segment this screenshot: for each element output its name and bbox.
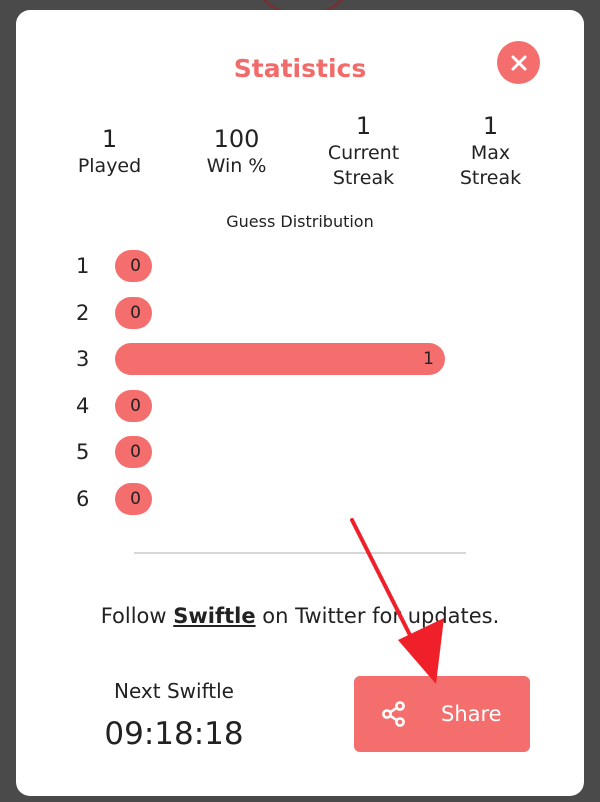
distribution-bar: 0 bbox=[115, 436, 152, 469]
distribution-row: 60 bbox=[76, 482, 516, 530]
distribution-bar: 1 bbox=[115, 343, 445, 376]
distribution-row: 50 bbox=[76, 436, 516, 483]
stat-label: Current Streak bbox=[327, 142, 400, 189]
share-label: Share bbox=[441, 702, 502, 726]
guess-number: 2 bbox=[76, 300, 90, 325]
distribution-bar: 0 bbox=[115, 482, 152, 515]
share-icon bbox=[380, 700, 408, 728]
stat-label: Played bbox=[77, 155, 142, 177]
follow-message: Follow Swiftle on Twitter for updates. bbox=[16, 604, 584, 628]
distribution-bar: 0 bbox=[115, 389, 152, 422]
guess-number: 3 bbox=[76, 347, 90, 372]
follow-prefix: Follow bbox=[100, 604, 174, 628]
stat-max-streak: 1 Max Streak bbox=[427, 113, 554, 191]
swiftle-twitter-link[interactable]: Swiftle bbox=[173, 604, 255, 628]
stat-label: Max Streak bbox=[459, 142, 522, 189]
guess-number: 1 bbox=[76, 254, 90, 278]
stat-played: 1 Played bbox=[46, 126, 173, 179]
stat-win-percent: 100 Win % bbox=[173, 126, 300, 179]
next-game-countdown: Next Swiftle 09:18:18 bbox=[89, 678, 259, 754]
distribution-row: 31 bbox=[76, 343, 516, 390]
stat-value: 100 bbox=[213, 125, 260, 153]
follow-suffix: on Twitter for updates. bbox=[255, 604, 500, 628]
guess-distribution-title: Guess Distribution bbox=[226, 212, 374, 231]
statistics-modal: Statistics 1 Played 100 Win % 1 Current … bbox=[16, 10, 584, 796]
stat-value: 1 bbox=[101, 125, 118, 153]
stats-row: 1 Played 100 Win % 1 Current Streak 1 Ma… bbox=[46, 113, 554, 206]
close-icon bbox=[511, 55, 526, 70]
distribution-bar: 0 bbox=[115, 296, 152, 329]
guess-number: 4 bbox=[76, 393, 90, 418]
distribution-row: 40 bbox=[76, 389, 516, 437]
distribution-row: 20 bbox=[76, 296, 516, 344]
guess-number: 6 bbox=[76, 486, 90, 511]
stat-value: 1 bbox=[355, 112, 372, 140]
distribution-row: 10 bbox=[76, 250, 516, 297]
close-button[interactable] bbox=[497, 41, 540, 84]
stat-current-streak: 1 Current Streak bbox=[300, 113, 427, 191]
divider bbox=[134, 552, 466, 554]
distribution-bar: 0 bbox=[115, 250, 152, 282]
share-button[interactable]: Share bbox=[354, 676, 530, 752]
next-game-label: Next Swiftle bbox=[114, 679, 234, 703]
stat-value: 1 bbox=[482, 112, 499, 140]
guess-distribution: 102031405060 bbox=[76, 250, 516, 530]
countdown-timer: 09:18:18 bbox=[104, 716, 244, 752]
stat-label: Win % bbox=[206, 155, 267, 177]
guess-number: 5 bbox=[76, 440, 90, 465]
